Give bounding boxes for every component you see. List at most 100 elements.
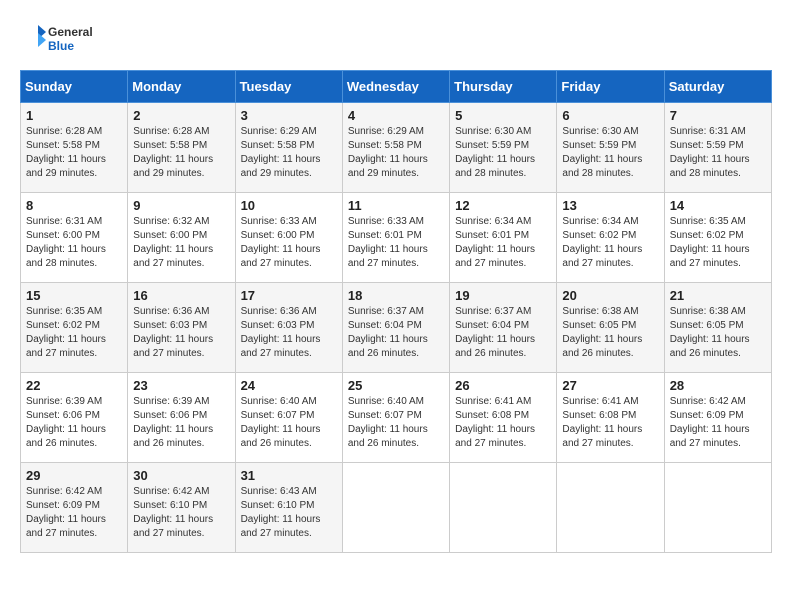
day-number: 26 (455, 378, 551, 393)
page-header: General Blue (20, 20, 772, 60)
day-number: 22 (26, 378, 122, 393)
calendar-cell: 29 Sunrise: 6:42 AMSunset: 6:09 PMDayligh… (21, 463, 128, 553)
calendar-cell: 6 Sunrise: 6:30 AMSunset: 5:59 PMDaylight… (557, 103, 664, 193)
week-row-1: 1 Sunrise: 6:28 AMSunset: 5:58 PMDaylight… (21, 103, 772, 193)
day-number: 1 (26, 108, 122, 123)
calendar-cell: 21 Sunrise: 6:38 AMSunset: 6:05 PMDayligh… (664, 283, 771, 373)
day-number: 23 (133, 378, 229, 393)
calendar-cell: 26 Sunrise: 6:41 AMSunset: 6:08 PMDayligh… (450, 373, 557, 463)
col-header-sunday: Sunday (21, 71, 128, 103)
week-row-3: 15 Sunrise: 6:35 AMSunset: 6:02 PMDayligh… (21, 283, 772, 373)
cell-content: Sunrise: 6:28 AMSunset: 5:58 PMDaylight:… (133, 126, 213, 179)
week-row-4: 22 Sunrise: 6:39 AMSunset: 6:06 PMDayligh… (21, 373, 772, 463)
col-header-friday: Friday (557, 71, 664, 103)
day-number: 30 (133, 468, 229, 483)
calendar-cell (664, 463, 771, 553)
cell-content: Sunrise: 6:34 AMSunset: 6:02 PMDaylight:… (562, 216, 642, 269)
day-number: 29 (26, 468, 122, 483)
calendar-cell: 23 Sunrise: 6:39 AMSunset: 6:06 PMDayligh… (128, 373, 235, 463)
week-row-2: 8 Sunrise: 6:31 AMSunset: 6:00 PMDaylight… (21, 193, 772, 283)
day-number: 2 (133, 108, 229, 123)
cell-content: Sunrise: 6:42 AMSunset: 6:09 PMDaylight:… (26, 486, 106, 539)
cell-content: Sunrise: 6:39 AMSunset: 6:06 PMDaylight:… (133, 396, 213, 449)
calendar-cell: 20Sunrise: 6:38 AMSunset: 6:05 PMDayligh… (557, 283, 664, 373)
calendar-cell: 3Sunrise: 6:29 AMSunset: 5:58 PMDaylight… (235, 103, 342, 193)
day-number: 5 (455, 108, 551, 123)
cell-content: Sunrise: 6:32 AMSunset: 6:00 PMDaylight:… (133, 216, 213, 269)
cell-content: Sunrise: 6:30 AMSunset: 5:59 PMDaylight:… (562, 126, 642, 179)
calendar-table: SundayMondayTuesdayWednesdayThursdayFrid… (20, 70, 772, 553)
cell-content: Sunrise: 6:36 AMSunset: 6:03 PMDaylight:… (241, 306, 321, 359)
day-number: 20 (562, 288, 658, 303)
day-number: 10 (241, 198, 337, 213)
cell-content: Sunrise: 6:40 AMSunset: 6:07 PMDaylight:… (348, 396, 428, 449)
cell-content: Sunrise: 6:35 AMSunset: 6:02 PMDaylight:… (670, 216, 750, 269)
day-number: 25 (348, 378, 444, 393)
logo: General Blue (20, 20, 120, 60)
col-header-wednesday: Wednesday (342, 71, 449, 103)
calendar-cell: 18Sunrise: 6:37 AMSunset: 6:04 PMDayligh… (342, 283, 449, 373)
day-number: 6 (562, 108, 658, 123)
col-header-tuesday: Tuesday (235, 71, 342, 103)
cell-content: Sunrise: 6:35 AMSunset: 6:02 PMDaylight:… (26, 306, 106, 359)
day-number: 3 (241, 108, 337, 123)
cell-content: Sunrise: 6:33 AMSunset: 6:00 PMDaylight:… (241, 216, 321, 269)
calendar-cell: 1 Sunrise: 6:28 AMSunset: 5:58 PMDaylight… (21, 103, 128, 193)
calendar-cell: 12 Sunrise: 6:34 AMSunset: 6:01 PMDayligh… (450, 193, 557, 283)
calendar-cell: 16Sunrise: 6:36 AMSunset: 6:03 PMDayligh… (128, 283, 235, 373)
calendar-cell: 9 Sunrise: 6:32 AMSunset: 6:00 PMDaylight… (128, 193, 235, 283)
calendar-cell: 30 Sunrise: 6:42 AMSunset: 6:10 PMDayligh… (128, 463, 235, 553)
day-number: 4 (348, 108, 444, 123)
day-number: 15 (26, 288, 122, 303)
calendar-cell: 19 Sunrise: 6:37 AMSunset: 6:04 PMDayligh… (450, 283, 557, 373)
calendar-cell: 31Sunrise: 6:43 AMSunset: 6:10 PMDayligh… (235, 463, 342, 553)
calendar-cell (450, 463, 557, 553)
cell-content: Sunrise: 6:37 AMSunset: 6:04 PMDaylight:… (455, 306, 535, 359)
calendar-cell: 15 Sunrise: 6:35 AMSunset: 6:02 PMDayligh… (21, 283, 128, 373)
day-number: 31 (241, 468, 337, 483)
cell-content: Sunrise: 6:33 AMSunset: 6:01 PMDaylight:… (348, 216, 428, 269)
day-number: 9 (133, 198, 229, 213)
calendar-cell: 11 Sunrise: 6:33 AMSunset: 6:01 PMDayligh… (342, 193, 449, 283)
calendar-header-row: SundayMondayTuesdayWednesdayThursdayFrid… (21, 71, 772, 103)
col-header-thursday: Thursday (450, 71, 557, 103)
cell-content: Sunrise: 6:42 AMSunset: 6:09 PMDaylight:… (670, 396, 750, 449)
day-number: 24 (241, 378, 337, 393)
cell-content: Sunrise: 6:31 AMSunset: 6:00 PMDaylight:… (26, 216, 106, 269)
cell-content: Sunrise: 6:30 AMSunset: 5:59 PMDaylight:… (455, 126, 535, 179)
day-number: 21 (670, 288, 766, 303)
calendar-cell: 24 Sunrise: 6:40 AMSunset: 6:07 PMDayligh… (235, 373, 342, 463)
calendar-cell: 27Sunrise: 6:41 AMSunset: 6:08 PMDayligh… (557, 373, 664, 463)
svg-text:Blue: Blue (48, 39, 74, 53)
calendar-cell: 25 Sunrise: 6:40 AMSunset: 6:07 PMDayligh… (342, 373, 449, 463)
cell-content: Sunrise: 6:38 AMSunset: 6:05 PMDaylight:… (670, 306, 750, 359)
calendar-cell: 8 Sunrise: 6:31 AMSunset: 6:00 PMDaylight… (21, 193, 128, 283)
day-number: 19 (455, 288, 551, 303)
calendar-cell: 13 Sunrise: 6:34 AMSunset: 6:02 PMDayligh… (557, 193, 664, 283)
day-number: 12 (455, 198, 551, 213)
calendar-cell: 10 Sunrise: 6:33 AMSunset: 6:00 PMDayligh… (235, 193, 342, 283)
cell-content: Sunrise: 6:36 AMSunset: 6:03 PMDaylight:… (133, 306, 213, 359)
day-number: 13 (562, 198, 658, 213)
day-number: 8 (26, 198, 122, 213)
calendar-cell (557, 463, 664, 553)
col-header-monday: Monday (128, 71, 235, 103)
cell-content: Sunrise: 6:34 AMSunset: 6:01 PMDaylight:… (455, 216, 535, 269)
cell-content: Sunrise: 6:42 AMSunset: 6:10 PMDaylight:… (133, 486, 213, 539)
cell-content: Sunrise: 6:39 AMSunset: 6:06 PMDaylight:… (26, 396, 106, 449)
cell-content: Sunrise: 6:41 AMSunset: 6:08 PMDaylight:… (455, 396, 535, 449)
calendar-cell (342, 463, 449, 553)
day-number: 11 (348, 198, 444, 213)
cell-content: Sunrise: 6:31 AMSunset: 5:59 PMDaylight:… (670, 126, 750, 179)
day-number: 14 (670, 198, 766, 213)
cell-content: Sunrise: 6:40 AMSunset: 6:07 PMDaylight:… (241, 396, 321, 449)
calendar-cell: 22 Sunrise: 6:39 AMSunset: 6:06 PMDayligh… (21, 373, 128, 463)
svg-text:General: General (48, 25, 93, 39)
calendar-cell: 2 Sunrise: 6:28 AMSunset: 5:58 PMDaylight… (128, 103, 235, 193)
calendar-cell: 17 Sunrise: 6:36 AMSunset: 6:03 PMDayligh… (235, 283, 342, 373)
cell-content: Sunrise: 6:37 AMSunset: 6:04 PMDaylight:… (348, 306, 428, 359)
calendar-cell: 7Sunrise: 6:31 AMSunset: 5:59 PMDaylight… (664, 103, 771, 193)
day-number: 27 (562, 378, 658, 393)
day-number: 17 (241, 288, 337, 303)
cell-content: Sunrise: 6:28 AMSunset: 5:58 PMDaylight:… (26, 126, 106, 179)
